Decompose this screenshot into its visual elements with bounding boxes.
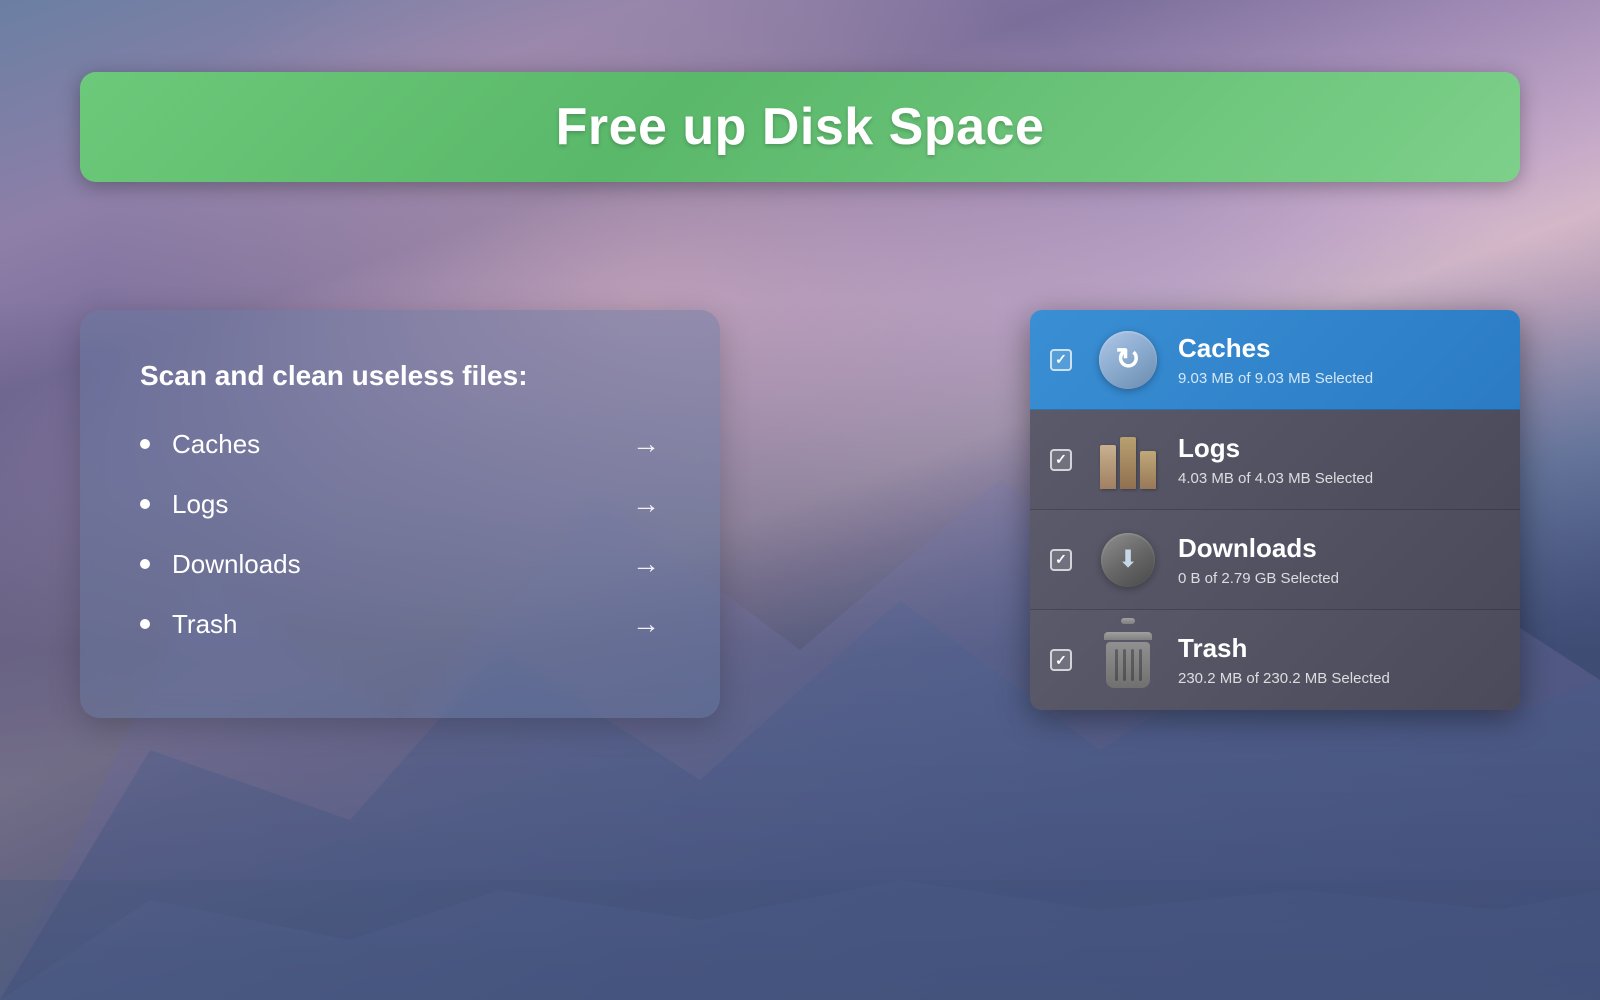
checkbox-logs[interactable]: ✓	[1050, 449, 1080, 471]
checkmark-icon: ✓	[1055, 551, 1067, 568]
row-subtitle-trash: 230.2 MB of 230.2 MB Selected	[1178, 670, 1500, 687]
checkbox-downloads[interactable]: ✓	[1050, 549, 1080, 571]
panel-row-downloads[interactable]: ✓ Downloads 0 B of 2.79 GB Selected	[1030, 510, 1520, 610]
arrow-icon: →	[632, 608, 660, 640]
list-item: Logs →	[140, 488, 660, 520]
row-subtitle-caches: 9.03 MB of 9.03 MB Selected	[1178, 370, 1500, 387]
caches-icon-area	[1096, 328, 1160, 392]
checkmark-icon: ✓	[1055, 652, 1067, 669]
row-title-caches: Caches	[1178, 333, 1500, 364]
arrow-icon: →	[632, 428, 660, 460]
panel-row-logs[interactable]: ✓ Logs 4.03 MB of 4.03 MB Selected	[1030, 410, 1520, 510]
checkmark-icon: ✓	[1055, 351, 1067, 368]
right-panel: ✓ Caches 9.03 MB of 9.03 MB Selected ✓	[1030, 310, 1520, 710]
trash-line	[1123, 649, 1126, 681]
bullet-dot	[140, 439, 150, 449]
header-banner: Free up Disk Space	[80, 72, 1520, 182]
trash-lid	[1104, 632, 1152, 640]
row-info-trash: Trash 230.2 MB of 230.2 MB Selected	[1178, 633, 1500, 687]
bullet-dot	[140, 559, 150, 569]
downloads-icon	[1101, 533, 1155, 587]
list-item: Caches →	[140, 428, 660, 460]
trash-icon-area	[1096, 628, 1160, 692]
checkbox-trash[interactable]: ✓	[1050, 649, 1080, 671]
arrow-icon: →	[632, 488, 660, 520]
row-title-logs: Logs	[1178, 433, 1500, 464]
checkbox-caches[interactable]: ✓	[1050, 349, 1080, 371]
list-item: Downloads →	[140, 548, 660, 580]
logs-icon-area	[1096, 428, 1160, 492]
logs-icon	[1099, 431, 1157, 489]
row-info-logs: Logs 4.03 MB of 4.03 MB Selected	[1178, 433, 1500, 487]
row-title-downloads: Downloads	[1178, 533, 1500, 564]
trash-body	[1106, 642, 1150, 688]
bullet-dot	[140, 499, 150, 509]
trash-line	[1131, 649, 1134, 681]
bullet-dot	[140, 619, 150, 629]
list-item-label: Logs	[172, 489, 552, 520]
caches-icon	[1099, 331, 1157, 389]
trash-line	[1139, 649, 1142, 681]
list-item-label: Downloads	[172, 549, 552, 580]
page-title: Free up Disk Space	[556, 97, 1045, 157]
row-title-trash: Trash	[1178, 633, 1500, 664]
panel-row-trash[interactable]: ✓ Trash	[1030, 610, 1520, 710]
feature-list: Caches → Logs → Downloads → Trash →	[140, 428, 660, 640]
list-item: Trash →	[140, 608, 660, 640]
trash-icon	[1102, 632, 1154, 688]
downloads-icon-area	[1096, 528, 1160, 592]
row-info-caches: Caches 9.03 MB of 9.03 MB Selected	[1178, 333, 1500, 387]
trash-line	[1115, 649, 1118, 681]
left-card: Scan and clean useless files: Caches → L…	[80, 310, 720, 718]
arrow-icon: →	[632, 548, 660, 580]
checkmark-icon: ✓	[1055, 451, 1067, 468]
trash-handle	[1121, 618, 1135, 624]
row-subtitle-downloads: 0 B of 2.79 GB Selected	[1178, 570, 1500, 587]
list-item-label: Trash	[172, 609, 552, 640]
left-card-title: Scan and clean useless files:	[140, 360, 660, 392]
row-info-downloads: Downloads 0 B of 2.79 GB Selected	[1178, 533, 1500, 587]
trash-lines	[1115, 649, 1142, 681]
list-item-label: Caches	[172, 429, 552, 460]
row-subtitle-logs: 4.03 MB of 4.03 MB Selected	[1178, 470, 1500, 487]
panel-row-caches[interactable]: ✓ Caches 9.03 MB of 9.03 MB Selected	[1030, 310, 1520, 410]
